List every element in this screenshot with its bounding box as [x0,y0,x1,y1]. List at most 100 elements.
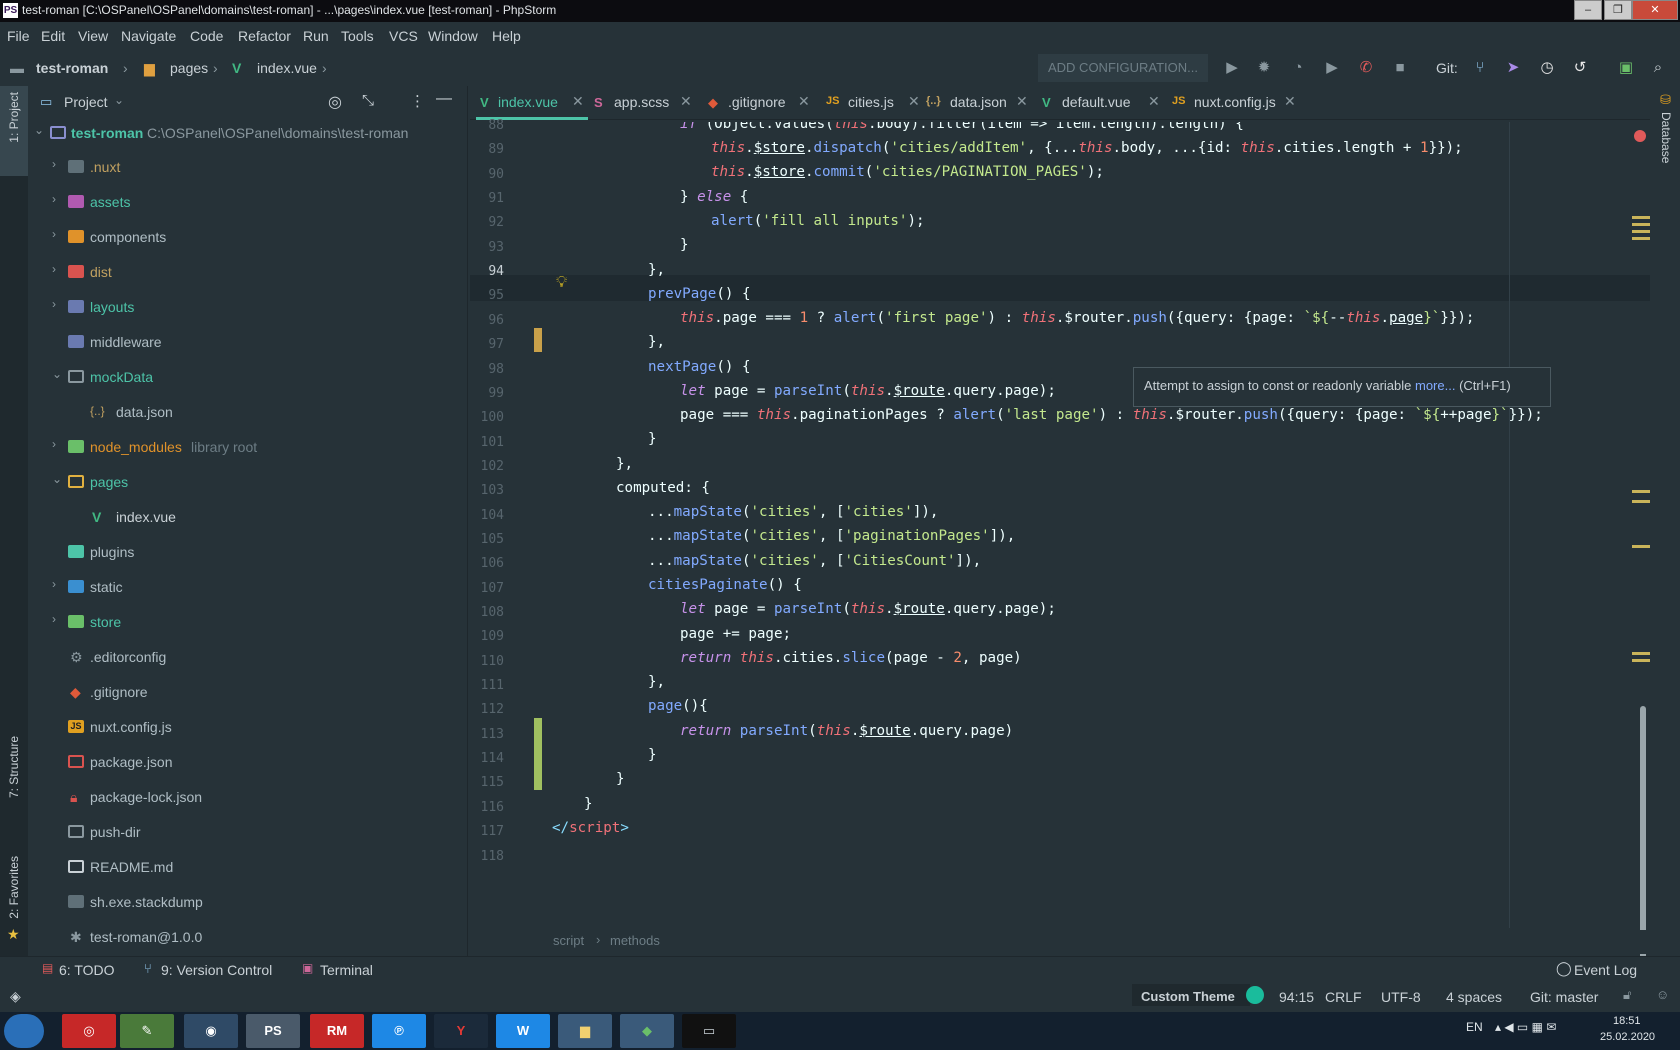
menu-vcs[interactable]: VCS [389,28,418,44]
tab-index-vue[interactable]: V index.vue ✕ [476,86,588,120]
scroll-marker[interactable] [1632,237,1650,240]
chevron-down-icon[interactable]: ⌄ [34,123,44,137]
add-configuration-button[interactable]: ADD CONFIGURATION... [1038,54,1208,82]
todo-tool-button[interactable]: 6: TODO [59,962,115,978]
menu-file[interactable]: File [7,28,30,44]
menu-navigate[interactable]: Navigate [121,28,176,44]
code-editor[interactable]: if (Object.values(this.body).filter(item… [542,122,1650,928]
menu-refactor[interactable]: Refactor [238,28,291,44]
debug-icon[interactable]: ✹ [1254,58,1274,78]
clock-time[interactable]: 18:51 [1613,1015,1641,1027]
language-indicator[interactable]: EN [1466,1020,1483,1034]
terminal-tool-button[interactable]: Terminal [320,962,373,978]
tab-data-json[interactable]: {..} data.json ✕ [926,86,1036,120]
panel-splitter[interactable] [460,86,468,956]
tree-item[interactable]: ⌄ mockData [28,366,468,390]
close-tab-icon[interactable]: ✕ [908,93,920,110]
close-tab-icon[interactable]: ✕ [1284,93,1296,110]
tree-item[interactable]: package.json [28,751,468,775]
tooltip-more-link[interactable]: more... [1415,378,1455,393]
version-control-tool-button[interactable]: 9: Version Control [161,962,272,978]
chevron-right-icon[interactable]: › [52,262,56,276]
menu-help[interactable]: Help [492,28,521,44]
chevron-right-icon[interactable]: › [52,192,56,206]
taskbar-app-git-icon[interactable]: ◆ [620,1014,674,1048]
taskbar-app-yandex-icon[interactable]: Y [434,1014,488,1048]
git-update-icon[interactable]: ⑂ [1470,58,1490,78]
tree-item[interactable]: push-dir [28,821,468,845]
tray-icons[interactable]: ▴ ◀︎ ▭ ▦ ✉︎ [1495,1020,1556,1034]
tree-root[interactable]: ⌄ test-roman C:\OSPanel\OSPanel\domains\… [28,122,468,146]
search-icon[interactable]: ⌕ [1648,58,1668,78]
run-icon[interactable]: ▶ [1222,58,1242,78]
taskbar-app-cmd-icon[interactable]: ▭ [682,1014,736,1048]
close-tab-icon[interactable]: ✕ [1016,93,1028,110]
breadcrumb-file[interactable]: index.vue [257,60,317,76]
chevron-right-icon[interactable]: › [52,577,56,591]
tree-item[interactable]: JS nuxt.config.js [28,716,468,740]
scroll-marker[interactable] [1632,652,1650,655]
breadcrumb-script[interactable]: script [553,933,584,948]
database-tool-label[interactable]: Database [1659,112,1673,163]
stop-icon[interactable]: ■ [1390,58,1410,78]
tree-item[interactable]: › .nuxt [28,156,468,180]
taskbar-app-explorer-icon[interactable]: ▆ [558,1014,612,1048]
tree-item[interactable]: sh.exe.stackdump [28,891,468,915]
chevron-right-icon[interactable]: › [52,157,56,171]
theme-name[interactable]: Custom Theme [1141,989,1235,1004]
tree-item[interactable]: README.md [28,856,468,880]
scroll-marker[interactable] [1632,545,1650,548]
tab-default-vue[interactable]: V default.vue ✕ [1042,86,1168,120]
menu-edit[interactable]: Edit [41,28,65,44]
close-tab-icon[interactable]: ✕ [572,93,584,110]
tree-item[interactable]: ✱ test-roman@1.0.0 [28,926,468,950]
scroll-marker[interactable] [1632,216,1650,219]
maximize-button[interactable]: ❐ [1604,0,1632,20]
inspector-icon[interactable]: ☺ [1656,987,1669,1002]
close-tab-icon[interactable]: ✕ [798,93,810,110]
tree-item[interactable]: › node_modules library root [28,436,468,460]
added-lines-marker[interactable] [534,718,542,790]
breadcrumb-folder[interactable]: pages [170,60,208,76]
project-tool-label[interactable]: 1: Project [7,92,21,143]
close-tab-icon[interactable]: ✕ [1148,93,1160,110]
menu-run[interactable]: Run [303,28,329,44]
chevron-right-icon[interactable]: › [52,297,56,311]
menu-tools[interactable]: Tools [341,28,374,44]
scroll-marker[interactable] [1632,490,1650,493]
taskbar-app-tool-icon[interactable]: ℗ [372,1014,426,1048]
terminal-icon[interactable]: ▣ [1616,58,1636,78]
line-separator[interactable]: CRLF [1325,989,1362,1005]
chevron-right-icon[interactable]: › [52,612,56,626]
hide-panel-icon[interactable]: — [436,90,452,108]
breadcrumb-project[interactable]: test-roman [36,60,108,76]
event-log-button[interactable]: Event Log [1574,962,1637,978]
chevron-down-icon[interactable]: ⌄ [52,367,62,381]
tree-item[interactable]: › store [28,611,468,635]
breadcrumb-methods[interactable]: methods [610,933,660,948]
layers-icon[interactable]: ◈ [10,988,21,1005]
clock-date[interactable]: 25.02.2020 [1600,1031,1655,1043]
git-push-icon[interactable]: ➤ [1503,58,1523,78]
taskbar-app-phpstorm-icon[interactable]: PS [246,1014,300,1048]
change-marker[interactable] [534,328,542,352]
favorites-tool-label[interactable]: 2: Favorites [7,856,21,919]
chevron-right-icon[interactable]: › [52,437,56,451]
taskbar-app-chrome-icon[interactable]: ◉ [184,1014,238,1048]
lock-icon[interactable]: 🔓︎ [1623,987,1631,1003]
scroll-marker[interactable] [1632,500,1650,503]
tab-nuxt-config-js[interactable]: JS nuxt.config.js ✕ [1172,86,1302,120]
caret-position[interactable]: 94:15 [1279,989,1314,1005]
menu-view[interactable]: View [78,28,108,44]
taskbar-app-rubymine-icon[interactable]: RM [310,1014,364,1048]
phone-debug-icon[interactable]: ✆ [1356,58,1376,78]
tree-item[interactable]: ⌄ pages [28,471,468,495]
tab-app-scss[interactable]: S app.scss ✕ [594,86,702,120]
indent-setting[interactable]: 4 spaces [1446,989,1502,1005]
start-button[interactable] [4,1014,44,1048]
tree-item[interactable]: V index.vue [28,506,468,530]
git-branch[interactable]: Git: master [1530,989,1598,1005]
tree-item[interactable]: {..} data.json [28,401,468,425]
file-encoding[interactable]: UTF-8 [1381,989,1421,1005]
tab-cities-js[interactable]: JS cities.js ✕ [826,86,926,120]
